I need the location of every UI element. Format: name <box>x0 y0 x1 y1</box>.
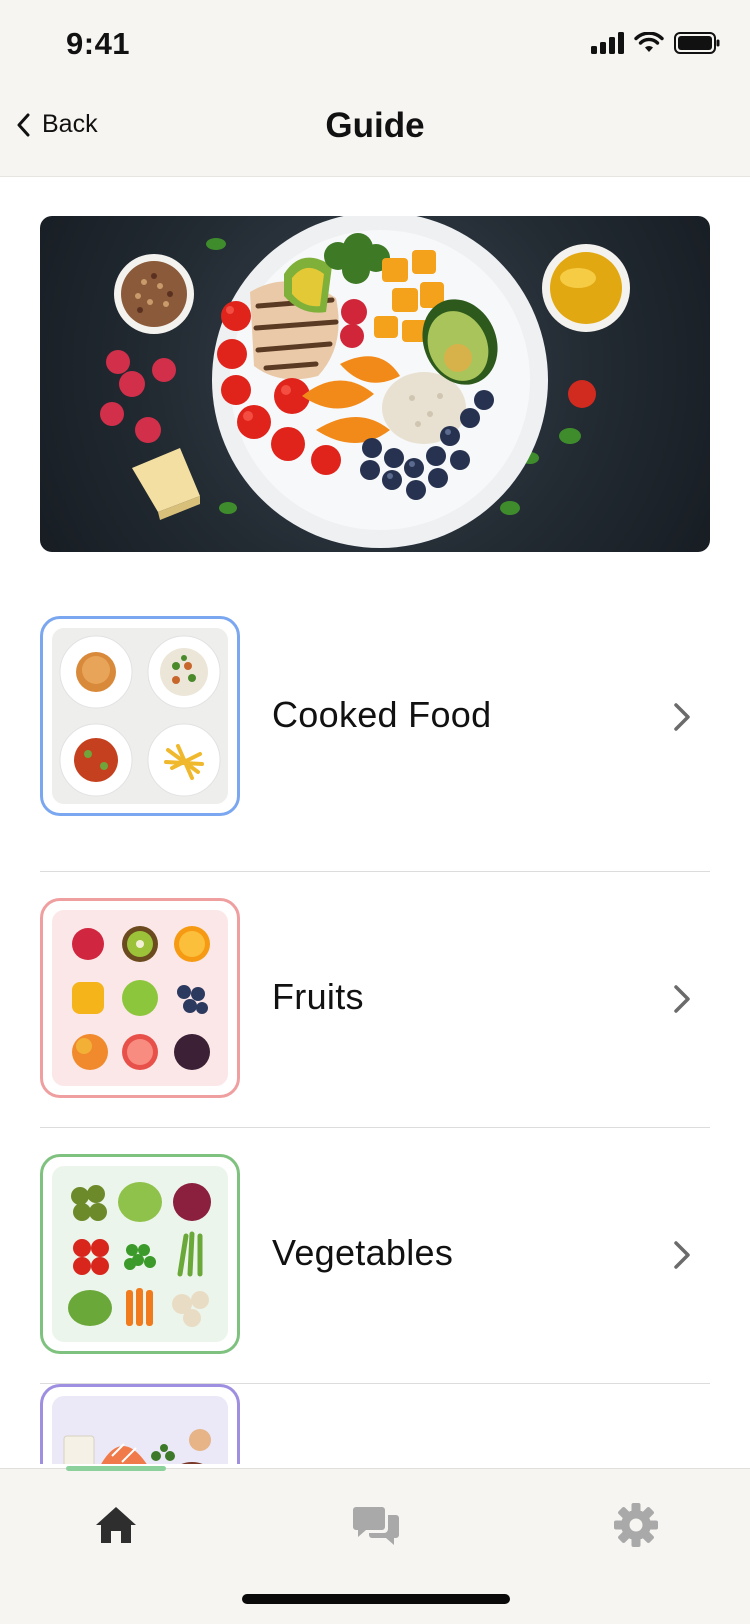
vegetables-thumbnail <box>40 1154 240 1354</box>
category-label: Fruits <box>272 976 364 1017</box>
chevron-right-icon <box>674 985 690 1013</box>
category-label: Cooked Food <box>272 694 492 735</box>
chevron-right-icon <box>674 1241 690 1269</box>
category-row-protein-partial[interactable] <box>40 1384 240 1464</box>
home-indicator <box>242 1594 510 1604</box>
category-label: Vegetables <box>272 1232 454 1273</box>
category-row-fruits[interactable]: Fruits <box>40 872 710 1128</box>
top-bar: 9:41 Back Guide <box>0 0 750 177</box>
cooked-food-thumbnail <box>40 616 240 816</box>
tab-home[interactable] <box>88 1497 144 1553</box>
chevron-right-icon <box>674 703 690 731</box>
battery-icon <box>674 32 720 54</box>
active-tab-indicator <box>66 1466 166 1471</box>
wifi-icon <box>634 32 664 52</box>
category-row-vegetables[interactable]: Vegetables <box>40 1128 710 1384</box>
category-list: Cooked Food Fruits Vegetables <box>40 616 710 1384</box>
hero-image <box>40 216 710 552</box>
status-icons <box>591 32 720 54</box>
fruits-thumbnail <box>40 898 240 1098</box>
page-title: Guide <box>325 106 425 145</box>
category-row-cooked-food[interactable]: Cooked Food <box>40 616 710 872</box>
chat-icon <box>353 1507 399 1545</box>
tab-settings[interactable] <box>608 1497 664 1553</box>
status-time: 9:41 <box>66 26 131 61</box>
protein-thumbnail <box>52 1396 228 1464</box>
gear-icon <box>614 1503 658 1547</box>
tab-chat[interactable] <box>348 1497 404 1553</box>
cellular-signal-icon <box>591 32 624 54</box>
home-icon <box>96 1507 136 1543</box>
